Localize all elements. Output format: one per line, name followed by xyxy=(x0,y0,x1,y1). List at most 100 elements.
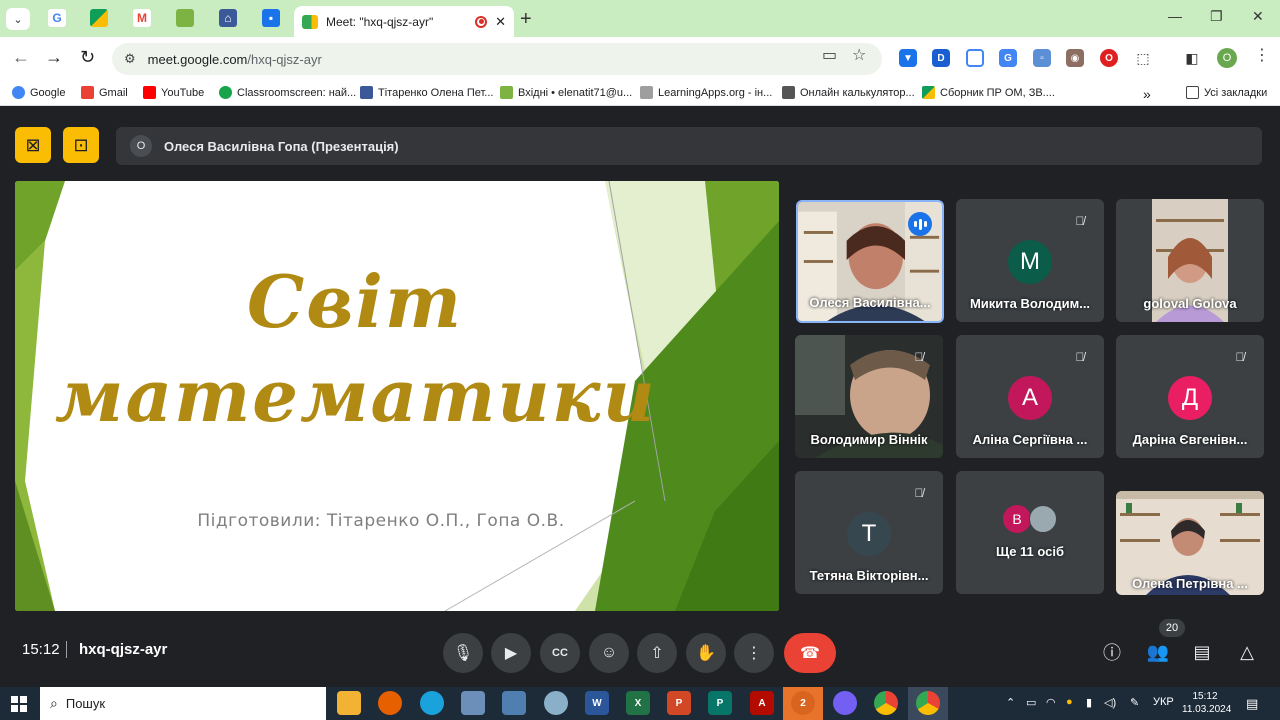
back-button[interactable]: ← xyxy=(12,47,30,68)
chat-icon[interactable]: ▤ xyxy=(1190,640,1214,664)
participant-name: goloval Golova xyxy=(1143,296,1237,311)
chrome-icon[interactable] xyxy=(874,691,898,715)
publisher-icon[interactable]: P xyxy=(708,691,732,715)
bookmark-label: Онлайн калькулятор... xyxy=(800,86,915,99)
meet-area: ⊠ ⊡ О Олеся Василівна Гопа (Презентація)… xyxy=(0,107,1280,687)
tab-strip: ⌄ G M ⌂ ▪ Meet: "hxq-qjsz-ayr" ✕ + — ❐ ✕ xyxy=(0,0,1280,37)
chrome-profile-icon[interactable] xyxy=(916,691,940,715)
sites-tab-icon[interactable]: ⌂ xyxy=(219,9,237,27)
battery-icon[interactable]: ▭ xyxy=(1026,696,1036,709)
account-tab-icon[interactable]: ▪ xyxy=(262,9,280,27)
extensions-puzzle-icon[interactable]: ⬚ xyxy=(1134,49,1152,67)
calculator-icon[interactable] xyxy=(502,691,526,715)
close-tab-icon[interactable]: ✕ xyxy=(495,14,506,30)
gmail-tab-icon[interactable]: M xyxy=(133,9,151,27)
meeting-details-info-icon[interactable]: ⓘ xyxy=(1100,640,1124,664)
microphone-button[interactable]: 🎙 xyxy=(443,633,483,673)
excel-icon[interactable]: X xyxy=(626,691,650,715)
google-tab-icon[interactable]: G xyxy=(48,9,66,27)
notifications-icon[interactable]: ▤ xyxy=(1246,696,1258,712)
camera-button[interactable]: ▶ xyxy=(491,633,531,673)
participant-tile-mykyta[interactable]: 🎙̸ M Микита Володим... xyxy=(956,199,1104,322)
participant-avatar: A xyxy=(1008,376,1052,420)
address-bar[interactable]: ⚙ meet.google.com/hxq-qjsz-ayr xyxy=(112,43,882,75)
all-bookmarks[interactable]: Усі закладки xyxy=(1186,86,1267,99)
participant-tile-tetiana[interactable]: 🎙̸ T Тетяна Вікторівн... xyxy=(795,471,943,594)
more-bookmarks-chevron-icon[interactable]: » xyxy=(1143,86,1151,102)
pen-icon[interactable]: ✎ xyxy=(1130,696,1139,709)
bookmark-learningapps[interactable]: LearningApps.org - ін... xyxy=(640,86,772,99)
leave-call-button[interactable]: ☎ xyxy=(784,633,836,673)
screen-extension-icon[interactable]: ▫ xyxy=(1033,49,1051,67)
start-windows-icon[interactable] xyxy=(11,696,27,712)
bookmark-collection[interactable]: Сборник ПР ОМ, ЗВ.... xyxy=(922,86,1055,99)
activities-icon[interactable]: △ xyxy=(1235,640,1259,664)
norton-icon[interactable]: ● xyxy=(1066,696,1073,708)
forward-button[interactable]: → xyxy=(45,47,63,68)
tab-meet[interactable]: Meet: "hxq-qjsz-ayr" ✕ xyxy=(294,6,514,37)
tab-search-chevron-icon[interactable]: ⌄ xyxy=(6,8,30,30)
circle-extension-icon[interactable] xyxy=(966,49,984,67)
drive-tab-icon[interactable] xyxy=(90,9,108,27)
bookmark-google[interactable]: Google xyxy=(12,86,65,99)
reactions-button[interactable]: ☺ xyxy=(589,633,629,673)
bookmark-youtube[interactable]: YouTube xyxy=(143,86,204,99)
taskbar-clock[interactable]: 15:12 11.03.2024 xyxy=(1182,690,1232,716)
classroom-tab-icon[interactable] xyxy=(176,9,194,27)
camera-indicator-icon[interactable]: ▭ xyxy=(822,45,837,65)
language-indicator[interactable]: УКР xyxy=(1153,696,1174,708)
more-options-button[interactable]: ⋮ xyxy=(734,633,774,673)
maximize-button[interactable]: ❐ xyxy=(1210,8,1223,25)
app-with-notification-icon[interactable]: 2 xyxy=(791,691,815,715)
participant-tile-alina[interactable]: 🎙̸ A Аліна Сергіївна ... xyxy=(956,335,1104,458)
captions-button[interactable]: CC xyxy=(540,633,580,673)
acrobat-icon[interactable]: A xyxy=(750,691,774,715)
media-player-icon[interactable] xyxy=(544,691,568,715)
bookmark-classroomscreen[interactable]: Classroomscreen: най... xyxy=(219,86,356,99)
bookmark-star-icon[interactable]: ☆ xyxy=(852,45,866,65)
show-hidden-icons-icon[interactable]: ⌃ xyxy=(1006,696,1015,709)
taskbar-date: 11.03.2024 xyxy=(1182,704,1232,715)
file-explorer-icon[interactable] xyxy=(337,691,361,715)
more-participants-tile[interactable]: В Ще 11 осіб xyxy=(956,471,1104,594)
search-placeholder: Пошук xyxy=(65,696,106,711)
participant-tile-golova[interactable]: goloval Golova xyxy=(1116,199,1264,322)
profile-avatar[interactable]: O xyxy=(1217,48,1237,68)
side-panel-icon[interactable]: ◧ xyxy=(1183,49,1201,67)
edge-icon[interactable] xyxy=(420,691,444,715)
translate-extension-icon[interactable]: G xyxy=(999,49,1017,67)
owl-extension-icon[interactable]: ◉ xyxy=(1066,49,1084,67)
notes-icon[interactable] xyxy=(461,691,485,715)
bookmark-calculator[interactable]: Онлайн калькулятор... xyxy=(782,86,915,99)
d-extension-icon[interactable]: D xyxy=(932,49,950,67)
raise-hand-button[interactable]: ✋ xyxy=(686,633,726,673)
minimize-button[interactable]: — xyxy=(1168,8,1182,24)
mic-tray-icon[interactable]: ▮ xyxy=(1086,696,1092,709)
firefox-icon[interactable] xyxy=(378,691,402,715)
participant-tile-olena[interactable]: Олена Петрівна ... xyxy=(1116,491,1264,595)
participant-tile-olesia[interactable]: Олеся Василівна... xyxy=(796,200,944,323)
reload-button[interactable]: ↻ xyxy=(80,47,95,68)
word-icon[interactable]: W xyxy=(585,691,609,715)
bookmark-titarenko[interactable]: Тітаренко Олена Пет... xyxy=(360,86,493,99)
viber-icon[interactable] xyxy=(833,691,857,715)
bookmark-inbox[interactable]: Вхідні • elenatit71@u... xyxy=(500,86,632,99)
powerpoint-icon[interactable]: P xyxy=(667,691,691,715)
network-icon[interactable]: ◠ xyxy=(1046,696,1056,709)
people-icon[interactable]: 👥 xyxy=(1146,640,1170,664)
volume-icon[interactable]: ◁) xyxy=(1104,696,1116,709)
taskbar-search[interactable]: ⌕ Пошук xyxy=(40,687,326,720)
present-button[interactable]: ⇧ xyxy=(637,633,677,673)
bookmark-gmail[interactable]: Gmail xyxy=(81,86,128,99)
participant-tile-volodymyr[interactable]: 🎙̸ Володимир Віннік xyxy=(795,335,943,458)
exit-presentation-icon[interactable]: ⊡ xyxy=(63,127,99,163)
new-tab-button[interactable]: + xyxy=(520,8,532,31)
presentation-layout-icon[interactable]: ⊠ xyxy=(15,127,51,163)
site-info-icon[interactable]: ⚙ xyxy=(124,51,136,67)
shield-extension-icon[interactable]: ▼ xyxy=(899,49,917,67)
browser-menu-icon[interactable]: ⋮ xyxy=(1254,45,1270,65)
participant-tile-daryna[interactable]: 🎙̸ Д Даріна Євгенівн... xyxy=(1116,335,1264,458)
opera-extension-icon[interactable]: O xyxy=(1100,49,1118,67)
close-window-button[interactable]: ✕ xyxy=(1252,8,1264,25)
participant-avatar: Д xyxy=(1168,376,1212,420)
